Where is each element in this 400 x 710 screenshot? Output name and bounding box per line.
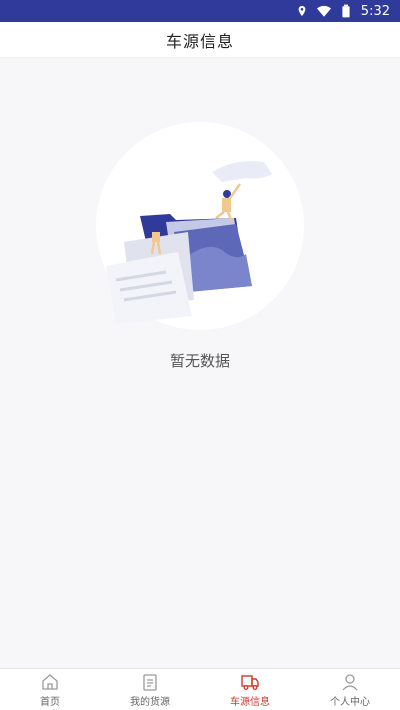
tab-profile-label: 个人中心 bbox=[330, 696, 370, 708]
truck-icon bbox=[241, 674, 259, 690]
status-bar: 5:32 bbox=[0, 0, 400, 22]
clipboard-icon bbox=[143, 673, 157, 691]
home-icon bbox=[42, 673, 58, 690]
person-icon bbox=[342, 673, 358, 690]
bottom-tab-bar: 首页 我的货源 车源信息 个人中心 bbox=[0, 668, 400, 710]
battery-icon bbox=[339, 4, 353, 18]
tab-vehicle-info[interactable]: 车源信息 bbox=[200, 669, 300, 710]
tab-home-label: 首页 bbox=[40, 696, 60, 708]
main-content: 暂无数据 bbox=[0, 58, 400, 668]
tab-home[interactable]: 首页 bbox=[0, 669, 100, 710]
wifi-icon bbox=[316, 4, 331, 18]
location-icon bbox=[295, 4, 309, 18]
tab-profile[interactable]: 个人中心 bbox=[300, 669, 400, 710]
tab-my-cargo-label: 我的货源 bbox=[130, 696, 170, 708]
tab-vehicle-info-label: 车源信息 bbox=[230, 696, 270, 708]
empty-message: 暂无数据 bbox=[169, 352, 230, 370]
tab-my-cargo[interactable]: 我的货源 bbox=[100, 669, 200, 710]
app-header: 车源信息 bbox=[0, 22, 400, 58]
empty-folder-illustration bbox=[96, 122, 304, 330]
page-title: 车源信息 bbox=[165, 31, 234, 51]
status-time: 5:32 bbox=[360, 3, 390, 19]
